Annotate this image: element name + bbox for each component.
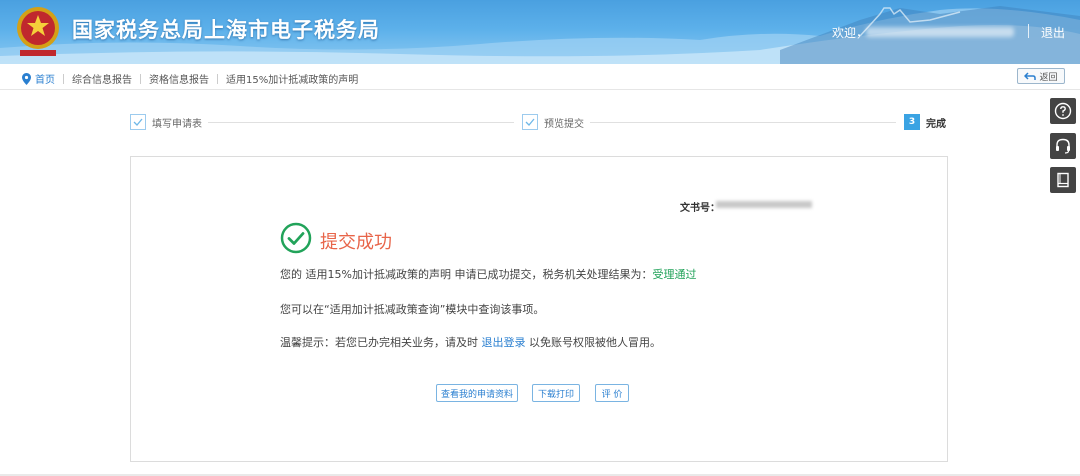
document-number-redacted bbox=[716, 201, 812, 208]
breadcrumb: 首页 综合信息报告 资格信息报告 适用15%加计抵减政策的声明 bbox=[22, 71, 358, 86]
document-number-label: 文书号： bbox=[680, 203, 720, 214]
check-icon bbox=[522, 114, 538, 130]
breadcrumb-bar: 首页 综合信息报告 资格信息报告 适用15%加计抵减政策的声明 bbox=[0, 64, 1080, 90]
back-arrow-icon bbox=[1024, 71, 1037, 80]
step-preview-submit: 预览提交 bbox=[522, 114, 584, 130]
evaluate-button[interactable]: 评 价 bbox=[595, 384, 629, 402]
step-connector bbox=[590, 122, 896, 123]
download-print-button[interactable]: 下载打印 bbox=[532, 384, 580, 402]
success-check-icon bbox=[280, 222, 312, 254]
processing-status: 受理通过 bbox=[652, 268, 697, 281]
breadcrumb-home[interactable]: 首页 bbox=[35, 71, 55, 86]
query-hint: 您可以在“适用加计抵减政策查询”模块中查询该事项。 bbox=[280, 303, 545, 316]
header-divider bbox=[1028, 24, 1029, 38]
headset-icon bbox=[1056, 138, 1070, 154]
step-connector bbox=[208, 122, 514, 123]
site-header: 国家税务总局上海市电子税务局 欢迎， 退出 bbox=[0, 0, 1080, 64]
step-fill-form: 填写申请表 bbox=[130, 114, 202, 130]
logout-inline-link[interactable]: 退出登录 bbox=[482, 336, 526, 349]
question-icon bbox=[1054, 102, 1072, 120]
username-redacted bbox=[866, 27, 1014, 37]
back-button[interactable]: 返回 bbox=[1017, 68, 1065, 84]
step-label: 填写申请表 bbox=[152, 118, 202, 130]
logout-link[interactable]: 退出 bbox=[1041, 24, 1065, 41]
customer-service-button[interactable] bbox=[1050, 133, 1076, 159]
logout-reminder: 温馨提示：若您已办完相关业务，请及时 退出登录 以免账号权限被他人冒用。 bbox=[280, 334, 661, 350]
breadcrumb-divider bbox=[63, 73, 64, 84]
reminder-suffix: 以免账号权限被他人冒用。 bbox=[529, 336, 661, 349]
tax-emblem-logo bbox=[17, 7, 59, 56]
step-label: 完成 bbox=[926, 118, 946, 130]
view-application-materials-button[interactable]: 查看我的申请资料 bbox=[436, 384, 518, 402]
success-title: 提交成功 bbox=[320, 232, 392, 253]
back-label: 返回 bbox=[1039, 72, 1058, 83]
check-icon bbox=[130, 114, 146, 130]
breadcrumb-divider bbox=[140, 73, 141, 84]
site-title: 国家税务总局上海市电子税务局 bbox=[72, 18, 380, 42]
manual-button[interactable] bbox=[1050, 167, 1076, 193]
breadcrumb-item-declaration: 适用15%加计抵减政策的声明 bbox=[226, 75, 359, 86]
result-message: 您的 适用15%加计抵减政策的声明 申请已成功提交，税务机关处理结果为：受理通过 bbox=[280, 266, 696, 282]
step-label: 预览提交 bbox=[544, 118, 584, 130]
breadcrumb-item-qualification-report[interactable]: 资格信息报告 bbox=[149, 71, 209, 86]
welcome-text: 欢迎， bbox=[832, 26, 869, 40]
result-message-text: 您的 适用15%加计抵减政策的声明 申请已成功提交，税务机关处理结果为： bbox=[280, 268, 653, 281]
breadcrumb-item-comprehensive-report[interactable]: 综合信息报告 bbox=[72, 71, 132, 86]
help-button[interactable] bbox=[1050, 98, 1076, 124]
breadcrumb-divider bbox=[217, 73, 218, 84]
step-complete: 3 完成 bbox=[904, 114, 946, 130]
book-icon bbox=[1057, 172, 1069, 188]
step-number: 3 bbox=[904, 114, 920, 130]
reminder-prefix: 温馨提示：若您已办完相关业务，请及时 bbox=[280, 336, 478, 349]
location-pin-icon bbox=[22, 72, 31, 85]
